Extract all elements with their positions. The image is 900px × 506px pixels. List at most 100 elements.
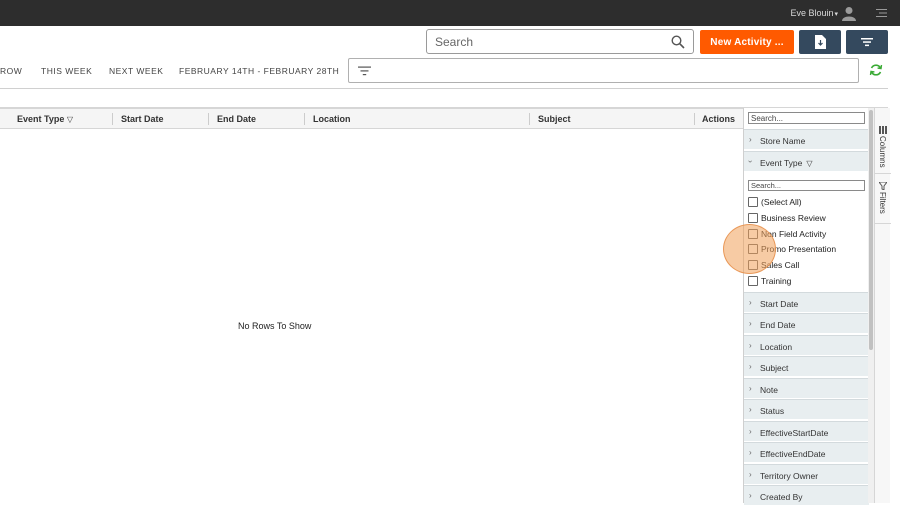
filter-field-territory-owner[interactable]: › Territory Owner: [744, 464, 869, 485]
column-separator[interactable]: [304, 113, 305, 125]
column-separator[interactable]: [529, 113, 530, 125]
field-label: Status: [760, 406, 785, 416]
filter-field-start-date[interactable]: › Start Date: [744, 292, 869, 313]
user-name: Eve Blouin: [790, 8, 834, 18]
new-activity-button[interactable]: New Activity ...: [700, 30, 794, 54]
tab-next-week[interactable]: NEXT WEEK: [109, 66, 163, 76]
filter-toggle-button[interactable]: [846, 30, 888, 54]
field-label: EffectiveStartDate: [760, 428, 829, 438]
field-label: Location: [760, 342, 793, 352]
tab-row[interactable]: ROW: [0, 66, 22, 76]
chevron-right-icon: ›: [749, 427, 752, 436]
column-separator[interactable]: [112, 113, 113, 125]
checkbox[interactable]: [748, 260, 758, 270]
export-button[interactable]: [799, 30, 841, 54]
refresh-icon[interactable]: [869, 63, 883, 77]
chevron-right-icon: ›: [749, 491, 752, 500]
scrollbar-thumb[interactable]: [869, 110, 873, 350]
field-label: Created By: [760, 492, 803, 502]
chevron-down-icon: ›: [745, 160, 755, 163]
option-label: Sales Call: [761, 260, 800, 270]
filter-option-select-all[interactable]: (Select All): [748, 197, 802, 210]
filter-lines-icon: [358, 66, 371, 76]
field-label: Territory Owner: [760, 471, 819, 481]
column-tool-panel: › Store Name › Event Type▽ (Select All) …: [743, 108, 869, 506]
tab-date-range[interactable]: FEBRUARY 14TH - FEBRUARY 28TH: [179, 66, 339, 76]
search-input[interactable]: [427, 30, 657, 53]
column-separator[interactable]: [694, 113, 695, 125]
chevron-down-icon: ▾: [834, 11, 838, 18]
option-label: Business Review: [761, 213, 826, 223]
user-menu[interactable]: Eve Blouin▾: [790, 8, 838, 18]
search-field[interactable]: [426, 29, 694, 54]
field-label: Start Date: [760, 299, 799, 309]
checkbox[interactable]: [748, 213, 758, 223]
columns-side-tab[interactable]: Columns: [875, 108, 891, 174]
funnel-icon: ▽: [806, 159, 813, 168]
field-label: Note: [760, 385, 778, 395]
user-avatar-icon[interactable]: [842, 6, 856, 21]
filters-side-tab[interactable]: Filters: [875, 178, 891, 224]
filter-bar[interactable]: [348, 58, 859, 83]
checkbox[interactable]: [748, 229, 758, 239]
filter-field-effective-start-date[interactable]: › EffectiveStartDate: [744, 421, 869, 442]
hamburger-menu-icon[interactable]: [876, 8, 887, 18]
empty-grid-message: No Rows To Show: [238, 321, 312, 331]
columns-tab-label: Columns: [878, 136, 887, 168]
chevron-right-icon: ›: [749, 135, 752, 144]
chevron-right-icon: ›: [749, 384, 752, 393]
filter-field-effective-end-date[interactable]: › EffectiveEndDate: [744, 442, 869, 463]
filter-option-sales-call[interactable]: Sales Call: [748, 260, 799, 273]
column-separator[interactable]: [208, 113, 209, 125]
top-bar: Eve Blouin▾: [0, 0, 900, 26]
filter-field-subject[interactable]: › Subject: [744, 356, 869, 377]
option-label: Non Field Activity: [761, 229, 827, 239]
option-label: (Select All): [761, 197, 802, 207]
chevron-right-icon: ›: [749, 298, 752, 307]
field-label: EffectiveEndDate: [760, 449, 826, 459]
column-header-end-date[interactable]: End Date: [217, 114, 256, 124]
funnel-icon: [879, 182, 887, 190]
field-label: End Date: [760, 320, 796, 330]
checkbox[interactable]: [748, 197, 758, 207]
column-label: Event Type: [17, 114, 65, 124]
side-tab-bar: Columns Filters: [874, 108, 891, 503]
column-header-start-date[interactable]: Start Date: [121, 114, 164, 124]
column-search-input[interactable]: [748, 112, 865, 124]
search-icon[interactable]: [671, 35, 685, 49]
checkbox[interactable]: [748, 276, 758, 286]
filter-field-end-date[interactable]: › End Date: [744, 313, 869, 334]
chevron-right-icon: ›: [749, 362, 752, 371]
field-label: Store Name: [760, 136, 806, 146]
chevron-right-icon: ›: [749, 319, 752, 328]
column-header-event-type[interactable]: Event Type ▽: [17, 114, 73, 124]
tab-this-week[interactable]: THIS WEEK: [41, 66, 92, 76]
filter-field-event-type[interactable]: › Event Type ▽: [744, 151, 869, 172]
filter-option-promo-presentation[interactable]: Promo Presentation: [748, 244, 836, 257]
column-header-subject[interactable]: Subject: [538, 114, 571, 124]
filter-field-store-name[interactable]: › Store Name: [744, 129, 869, 150]
filters-tab-label: Filters: [878, 192, 887, 214]
filter-values-search-input[interactable]: [748, 180, 865, 191]
filter-field-note[interactable]: › Note: [744, 378, 869, 399]
option-label: Training: [761, 276, 792, 286]
filter-field-location[interactable]: › Location: [744, 335, 869, 356]
chevron-right-icon: ›: [749, 470, 752, 479]
grid-toolstrip: [0, 89, 888, 108]
filter-option-training[interactable]: Training: [748, 276, 791, 289]
chevron-right-icon: ›: [749, 405, 752, 414]
chevron-right-icon: ›: [749, 448, 752, 457]
funnel-icon: ▽: [66, 115, 74, 124]
document-icon: [815, 35, 826, 49]
filter-option-business-review[interactable]: Business Review: [748, 213, 826, 226]
field-label-text: Event Type: [760, 158, 803, 168]
event-type-filter-body: (Select All) Business Review Non Field A…: [744, 173, 869, 291]
filter-field-status[interactable]: › Status: [744, 399, 869, 420]
field-label: Subject: [760, 363, 789, 373]
checkbox[interactable]: [748, 244, 758, 254]
chevron-right-icon: ›: [749, 341, 752, 350]
column-header-location[interactable]: Location: [313, 114, 351, 124]
option-label: Promo Presentation: [761, 244, 837, 254]
column-header-actions[interactable]: Actions: [702, 114, 735, 124]
filter-option-non-field-activity[interactable]: Non Field Activity: [748, 229, 826, 242]
